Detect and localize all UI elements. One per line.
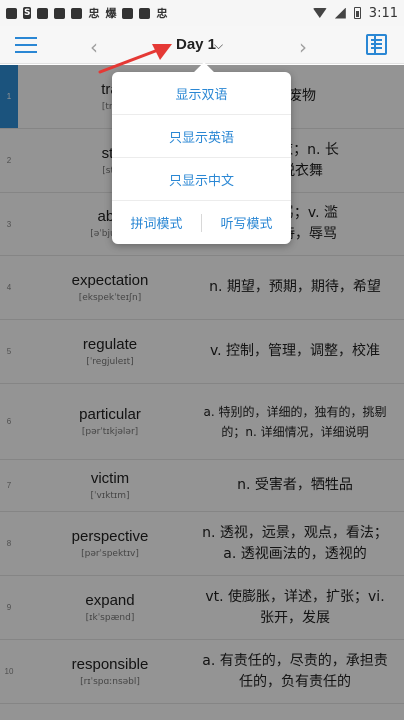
status-bar: S 忠 爆 忠 3:11 — [0, 0, 404, 26]
notification-square-icon — [122, 7, 134, 19]
notification-grid-icon — [71, 7, 83, 19]
dictation-mode-button[interactable]: 听写模式 — [202, 213, 291, 232]
show-bilingual-option[interactable]: 显示双语 — [112, 72, 291, 115]
notification-glyph-icon: 爆 — [105, 6, 117, 20]
clock: 3:11 — [368, 5, 398, 21]
menu-icon[interactable] — [15, 37, 37, 53]
annotation-arrow-icon — [98, 44, 172, 74]
notification-s-icon: S — [23, 7, 32, 19]
day-selector[interactable]: Day 1 — [176, 36, 216, 53]
word-list-icon[interactable] — [366, 34, 387, 55]
chevron-down-icon[interactable]: ⌵ — [214, 38, 223, 53]
display-mode-menu: 显示双语 只显示英语 只显示中文 拼词模式 听写模式 — [112, 72, 291, 244]
cell-signal-icon — [334, 7, 346, 19]
wifi-icon — [312, 8, 327, 18]
system-icons: 3:11 — [312, 5, 398, 21]
show-chinese-only-option[interactable]: 只显示中文 — [112, 158, 291, 201]
top-bar: ‹ Day 1 ⌵ › — [0, 26, 404, 64]
show-english-only-option[interactable]: 只显示英语 — [112, 115, 291, 158]
battery-icon — [353, 7, 361, 19]
notification-square-icon — [139, 7, 151, 19]
spelling-mode-button[interactable]: 拼词模式 — [112, 213, 201, 232]
mode-buttons: 拼词模式 听写模式 — [112, 201, 291, 244]
notification-glyph-icon: 忠 — [88, 6, 100, 20]
notification-glyph-icon: 忠 — [156, 6, 168, 20]
notification-square-icon — [54, 7, 66, 19]
next-day-button[interactable]: › — [299, 35, 307, 59]
notification-square-icon — [37, 7, 49, 19]
notification-icons: S 忠 爆 忠 — [6, 7, 167, 19]
notification-square-icon — [6, 7, 17, 19]
